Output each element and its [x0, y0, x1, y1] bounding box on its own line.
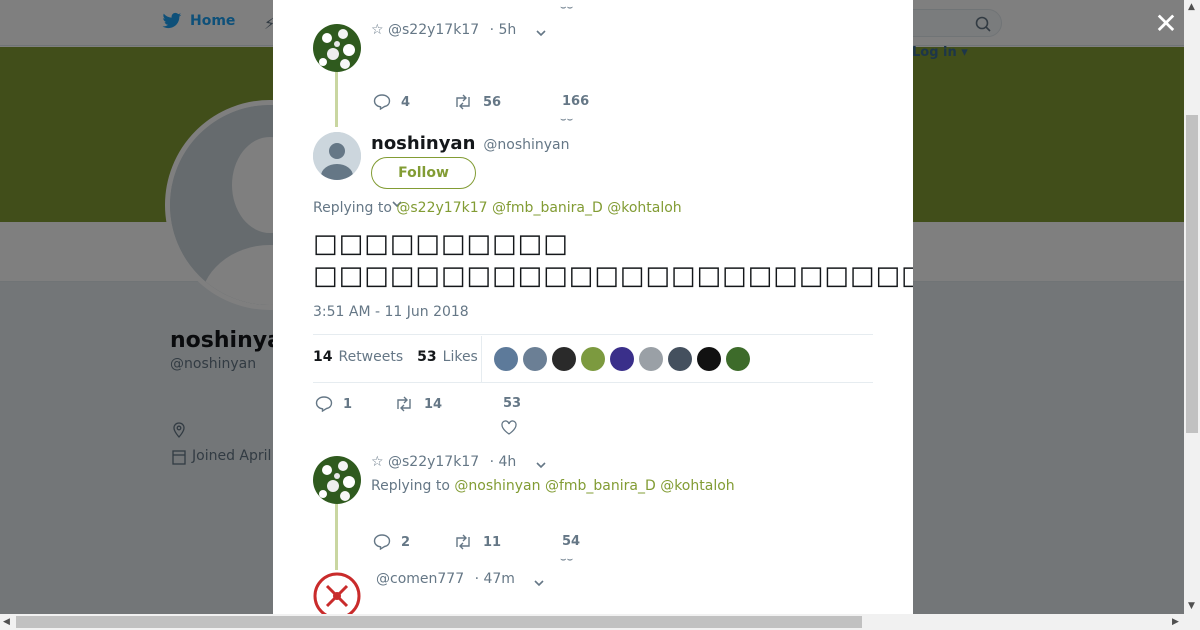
chevron-down-icon[interactable]: [535, 456, 547, 475]
tweet-header: ☆ @s22y17k17 · 5h: [371, 22, 516, 38]
logo-icon: [313, 572, 361, 614]
separator-mark: ⌣⌣: [560, 114, 574, 125]
mention-link[interactable]: @s22y17k17: [396, 200, 487, 216]
likes-stat-label[interactable]: Likes: [443, 349, 478, 365]
retweet-icon: [456, 534, 470, 550]
scroll-up-icon[interactable]: ▲: [1188, 2, 1195, 12]
reply-count: 1: [343, 396, 353, 412]
heart-icon[interactable]: [501, 420, 517, 439]
divider: [313, 382, 873, 383]
reply-icon: [373, 534, 391, 550]
replying-label: Replying to: [371, 478, 450, 494]
tweet-time[interactable]: · 4h: [490, 454, 517, 470]
user-handle[interactable]: ☆ @s22y17k17: [371, 454, 479, 470]
user-handle[interactable]: ☆ @s22y17k17: [371, 22, 479, 38]
like-button[interactable]: 54: [562, 534, 580, 549]
avatar[interactable]: [313, 132, 361, 180]
liker-avatar[interactable]: [523, 347, 547, 371]
reply-button[interactable]: 1: [315, 396, 352, 412]
retweets-stat-count[interactable]: 14: [313, 349, 332, 365]
liker-avatar[interactable]: [581, 347, 605, 371]
retweet-count: 11: [483, 534, 502, 550]
tweet-text: □□□□□□□□□□ □□□□□□□□□□□□□□□□□□□□□□□□□□□□□…: [313, 228, 913, 292]
thread-line: [335, 72, 338, 127]
like-count: 166: [562, 94, 590, 109]
liker-avatar[interactable]: [494, 347, 518, 371]
tweet-timestamp[interactable]: 3:51 AM - 11 Jun 2018: [313, 304, 469, 320]
liker-avatar[interactable]: [639, 347, 663, 371]
scroll-right-icon[interactable]: ▶: [1172, 617, 1179, 627]
like-count: 54: [562, 534, 581, 549]
reply-count: 2: [401, 534, 411, 550]
liker-avatar[interactable]: [610, 347, 634, 371]
user-handle: @noshinyan: [483, 137, 570, 153]
tweet-header: @comen777 · 47m: [376, 571, 515, 587]
replying-label: Replying to: [313, 200, 392, 216]
mention-link[interactable]: @noshinyan: [454, 478, 540, 494]
retweet-button[interactable]: 56: [453, 94, 501, 110]
likes-stat-count[interactable]: 53: [417, 349, 436, 365]
reply-icon: [373, 94, 391, 110]
divider: [481, 336, 482, 382]
separator-mark: ⌣⌣: [560, 2, 574, 13]
tweet-stats: 14 Retweets 53 Likes: [313, 349, 478, 365]
replying-to: Replying to @noshinyan @fmb_banira_D @ko…: [371, 478, 735, 494]
horizontal-scrollbar[interactable]: ◀ ▶: [0, 614, 1200, 630]
user-handle[interactable]: @comen777: [376, 571, 464, 587]
mention-link[interactable]: @kohtaloh: [660, 478, 734, 494]
avatar[interactable]: [313, 456, 361, 504]
follow-button[interactable]: Follow: [371, 157, 476, 189]
tweet-text-line: □□□□□□□□□□: [313, 229, 569, 259]
liker-avatar[interactable]: [552, 347, 576, 371]
horizontal-scroll-thumb[interactable]: [16, 616, 862, 628]
scroll-left-icon[interactable]: ◀: [3, 617, 10, 627]
display-name: noshinyan: [371, 133, 476, 154]
liker-avatar[interactable]: [726, 347, 750, 371]
vertical-scroll-thumb[interactable]: [1186, 115, 1198, 433]
mention-link[interactable]: @fmb_banira_D: [492, 200, 603, 216]
like-button[interactable]: 166: [562, 94, 589, 109]
mention-link[interactable]: @kohtaloh: [607, 200, 681, 216]
scroll-down-icon[interactable]: ▼: [1188, 601, 1195, 611]
default-avatar-icon: [313, 132, 361, 180]
vertical-scrollbar[interactable]: ▲ ▼: [1184, 0, 1200, 614]
separator-mark: ⌣⌣: [560, 554, 574, 565]
tweet-modal: ⌣⌣ ☆ @s22y17k17 · 5h 4 56 166 ⌣⌣ noshiny…: [273, 0, 913, 614]
liker-avatar[interactable]: [668, 347, 692, 371]
replying-to: Replying to @s22y17k17 @fmb_banira_D @ko…: [313, 200, 682, 216]
tweet-time[interactable]: · 5h: [490, 22, 517, 38]
reply-button[interactable]: 4: [373, 94, 410, 110]
tweet-text-line: □□□□□□□□□□□□□□□□□□□□□□□□□□□□□□□□□□□□□: [313, 261, 913, 291]
divider: [313, 334, 873, 335]
tweet-author[interactable]: noshinyan @noshinyan: [371, 133, 570, 154]
reply-button[interactable]: 2: [373, 534, 410, 550]
liker-avatar[interactable]: [697, 347, 721, 371]
chevron-down-icon[interactable]: [535, 24, 547, 43]
retweet-icon: [397, 396, 411, 412]
tweet-header: ☆ @s22y17k17 · 4h: [371, 454, 516, 470]
retweet-button[interactable]: 11: [453, 534, 501, 550]
mention-link[interactable]: @fmb_banira_D: [545, 478, 656, 494]
reply-count: 4: [401, 94, 411, 110]
close-icon[interactable]: ✕: [1152, 10, 1180, 38]
tweet-time[interactable]: · 47m: [475, 571, 515, 587]
chevron-down-icon[interactable]: [533, 574, 545, 593]
retweets-stat-label[interactable]: Retweets: [338, 349, 403, 365]
reply-icon: [315, 396, 333, 412]
avatar[interactable]: [313, 572, 361, 614]
retweet-button[interactable]: 14: [394, 396, 442, 412]
like-count-label[interactable]: 53: [503, 396, 521, 411]
retweet-count: 14: [424, 396, 443, 412]
thread-line: [335, 504, 338, 570]
like-count: 53: [503, 396, 522, 411]
retweet-count: 56: [483, 94, 502, 110]
likers-list: [494, 347, 755, 371]
retweet-icon: [456, 94, 470, 110]
avatar[interactable]: [313, 24, 361, 72]
